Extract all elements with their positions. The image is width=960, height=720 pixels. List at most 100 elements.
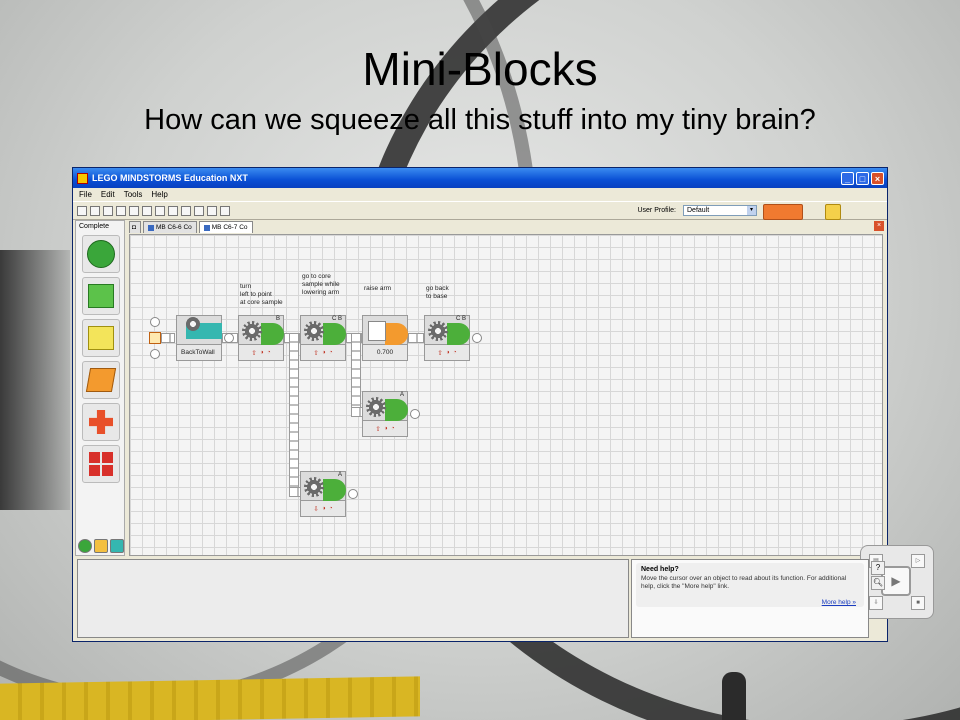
title-bar: LEGO MINDSTORMS Education NXT _ □ ×	[73, 168, 887, 188]
advanced-blocks-tile[interactable]	[82, 445, 120, 483]
tab-program-2[interactable]: MB C6-7 Co	[198, 221, 253, 233]
help-text: Move the cursor over an object to read a…	[641, 575, 847, 590]
help-panel: Need help? Move the cursor over an objec…	[631, 559, 869, 638]
user-profile-label: User Profile:	[637, 207, 676, 214]
block-palette: Complete	[75, 220, 125, 556]
myblock-backtowall[interactable]: BackToWall	[176, 315, 222, 361]
custom-palette-icon[interactable]	[110, 539, 124, 553]
open-file-icon[interactable]	[90, 205, 100, 216]
paste-icon[interactable]	[142, 205, 152, 216]
data-blocks-tile[interactable]	[82, 403, 120, 441]
sequence-plug	[348, 489, 358, 499]
direction-icon: ⇧	[251, 349, 257, 357]
menu-bar: File Edit Tools Help	[73, 188, 887, 201]
help-title: Need help?	[641, 566, 679, 573]
plus-icon	[89, 410, 113, 434]
comment-icon[interactable]	[207, 205, 217, 216]
save-icon[interactable]	[103, 205, 113, 216]
move-block-cb[interactable]: C B ⇧ ◑ ◔	[300, 315, 346, 361]
palette-title: Complete	[79, 223, 109, 230]
power-icon: ◔	[452, 349, 457, 356]
minimize-button[interactable]: _	[841, 171, 854, 185]
parallel-beam	[289, 333, 299, 493]
comment-turn: turn left to point at core sample	[240, 283, 283, 306]
sensor-blocks-tile[interactable]	[82, 319, 120, 357]
download-run-button[interactable]: ▶	[881, 566, 911, 596]
program-canvas[interactable]: turn left to point at core sample go to …	[129, 234, 934, 619]
move-block-b[interactable]: B ⇧ ◑ ◔	[238, 315, 284, 361]
direction-icon: ⇧	[437, 349, 443, 357]
direction-icon: ⇧	[313, 349, 319, 357]
close-button[interactable]: ×	[871, 171, 884, 185]
gear-icon	[186, 317, 200, 331]
program-icon	[203, 224, 210, 231]
slide-title: Mini-Blocks	[362, 43, 598, 95]
lego-app-icon	[77, 172, 88, 184]
direction-icon: ⇧	[375, 425, 381, 433]
common-palette-icon[interactable]	[78, 539, 92, 553]
gear-icon	[304, 321, 324, 341]
download-run-selected-button[interactable]: ▷	[911, 554, 925, 568]
pan-icon[interactable]	[194, 205, 204, 216]
redo-icon[interactable]	[168, 205, 178, 216]
sequence-beam	[161, 333, 175, 343]
comment-go-back: go back to base	[426, 285, 449, 300]
pointer-icon[interactable]	[181, 205, 191, 216]
download-button[interactable]: ⇩	[869, 596, 883, 610]
motor-block-a-lower[interactable]: A ⇩ ◑ ◔	[300, 471, 346, 517]
circle-icon	[87, 240, 115, 268]
cut-icon[interactable]	[116, 205, 126, 216]
chevron-down-icon: ▾	[747, 206, 756, 215]
sequence-plug	[410, 409, 420, 419]
common-blocks-tile[interactable]	[82, 235, 120, 273]
program-tabs: ◘ MB C6-6 Co MB C6-7 Co ×	[129, 220, 887, 233]
tab-home[interactable]: ◘	[129, 221, 141, 233]
power-icon: ◔	[390, 425, 395, 432]
zoom-icon[interactable]: 🔍︎	[871, 576, 885, 590]
more-help-link[interactable]: More help »	[822, 599, 856, 606]
action-blocks-tile[interactable]	[82, 277, 120, 315]
user-profile-select[interactable]: Default ▾	[683, 205, 757, 216]
gear-icon	[366, 397, 386, 417]
tab-program-1[interactable]: MB C6-6 Co	[143, 221, 197, 233]
move-block-cb-return[interactable]: C B ⇧ ◑ ◔	[424, 315, 470, 361]
copy-icon[interactable]	[129, 205, 139, 216]
power-icon: ◔	[328, 349, 333, 356]
program-icon	[148, 224, 154, 231]
grid-icon	[89, 452, 113, 476]
new-file-icon[interactable]	[77, 205, 87, 216]
stop-button[interactable]: ■	[911, 596, 925, 610]
undo-icon[interactable]	[155, 205, 165, 216]
window-title: LEGO MINDSTORMS Education NXT	[92, 173, 248, 183]
menu-edit[interactable]: Edit	[101, 190, 115, 199]
direction-icon: ⇩	[313, 505, 319, 513]
robot-educator-button[interactable]	[763, 204, 803, 220]
custom-palette-icon[interactable]	[220, 205, 230, 216]
gear-icon	[428, 321, 448, 341]
action-icon	[88, 284, 114, 308]
flow-blocks-tile[interactable]	[82, 361, 120, 399]
menu-help[interactable]: Help	[151, 190, 167, 199]
motor-block-a-upper[interactable]: A ⇧ ◑ ◔	[362, 391, 408, 437]
help-question-icon[interactable]: ?	[871, 561, 885, 575]
app-window: LEGO MINDSTORMS Education NXT _ □ × File…	[72, 167, 934, 642]
parallel-beam	[351, 333, 361, 413]
steering-icon: ◑	[321, 505, 326, 512]
configuration-panel	[77, 559, 629, 638]
wait-value: 0.700	[362, 345, 408, 361]
myblock-label: BackToWall	[176, 345, 222, 361]
menu-tools[interactable]: Tools	[124, 190, 143, 199]
slide-subtitle: How can we squeeze all this stuff into m…	[144, 104, 816, 136]
wait-time-block[interactable]: 0.700	[362, 315, 408, 361]
flow-icon	[85, 368, 117, 392]
maximize-button[interactable]: □	[856, 171, 869, 185]
sequence-plug	[224, 333, 234, 343]
menu-file[interactable]: File	[79, 190, 92, 199]
complete-palette-icon[interactable]	[94, 539, 108, 553]
comment-raise-arm: raise arm	[364, 285, 392, 292]
start-point[interactable]	[149, 332, 161, 344]
steering-icon: ◑	[383, 425, 388, 432]
sequence-plug	[150, 349, 160, 359]
person-icon[interactable]	[825, 204, 841, 220]
close-tab-icon[interactable]: ×	[874, 221, 884, 231]
